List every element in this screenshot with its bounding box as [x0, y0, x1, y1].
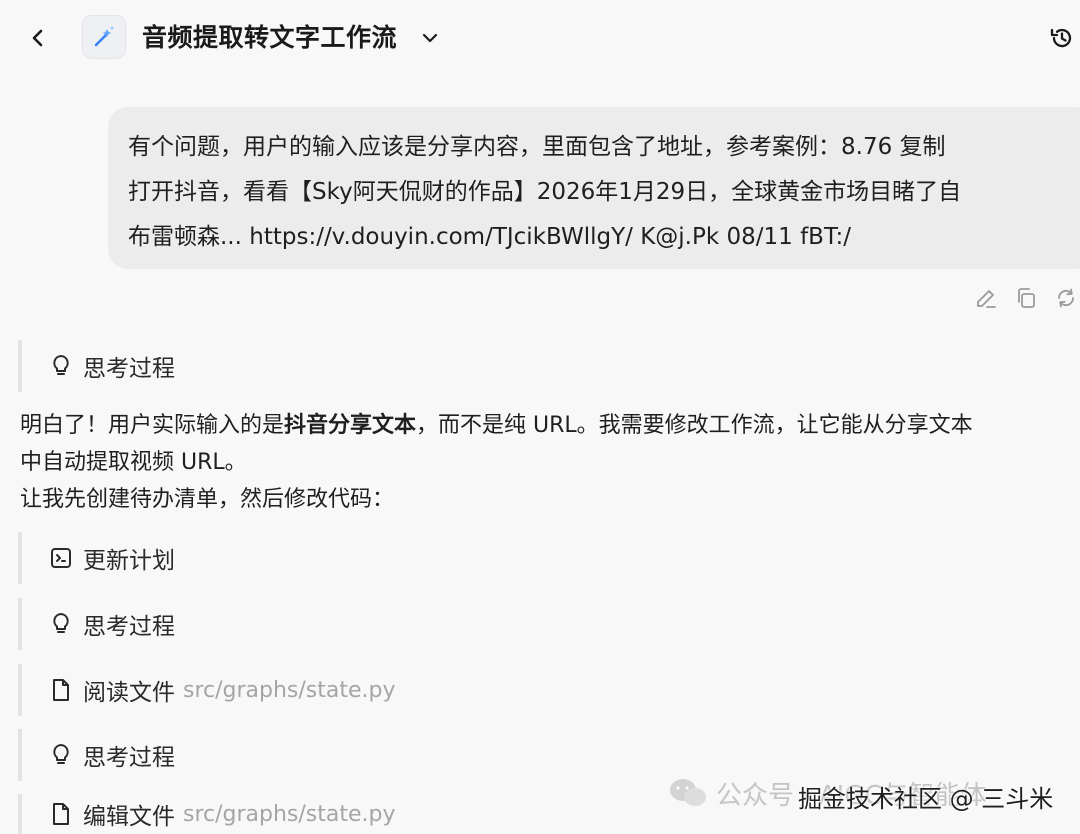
wand-icon [94, 26, 114, 47]
wechat-icon [670, 779, 706, 806]
step-update-plan[interactable]: 更新计划 [18, 532, 418, 584]
step-read-file[interactable]: 阅读文件 src/graphs/state.py [18, 664, 418, 716]
retry-icon [1058, 288, 1074, 308]
reply-line: 中自动提取视频 URL。 [20, 450, 247, 475]
step-label: 阅读文件 [83, 680, 175, 706]
retry-button[interactable] [1052, 284, 1080, 312]
header: 音频提取转文字工作流 [0, 0, 1080, 76]
edit-button[interactable] [972, 284, 1000, 312]
reply-line: 明白了！用户实际输入的是抖音分享文本，而不是纯 URL。我需要修改工作流，让它能… [20, 407, 1080, 444]
file-path: src/graphs/state.py [183, 677, 396, 703]
lightbulb-icon [48, 742, 74, 768]
step-label: 更新计划 [83, 548, 175, 574]
step-label: 思考过程 [83, 356, 175, 382]
file-path: src/graphs/state.py [183, 801, 396, 827]
file-icon [48, 677, 74, 703]
assistant-reply: 明白了！用户实际输入的是抖音分享文本，而不是纯 URL。我需要修改工作流，让它能… [20, 407, 1080, 518]
step-label: 思考过程 [83, 614, 175, 640]
history-button[interactable] [1046, 22, 1078, 54]
step-thinking[interactable]: 思考过程 [18, 340, 418, 392]
user-message-line: 布雷顿森... https://v.douyin.com/TJcikBWllgY… [128, 224, 851, 250]
workflow-title[interactable]: 音频提取转文字工作流 [142, 20, 397, 56]
app-icon [82, 15, 126, 59]
copy-icon [1018, 288, 1035, 308]
reply-bold-text: 抖音分享文本 [284, 413, 417, 438]
reply-line: 让我先创建待办清单，然后修改代码： [20, 487, 395, 512]
copy-button[interactable] [1012, 284, 1040, 312]
user-message-bubble: 有个问题，用户的输入应该是分享内容，里面包含了地址，参考案例：8.76 复制 打… [108, 107, 1080, 269]
step-label: 思考过程 [83, 745, 175, 771]
message-actions [972, 284, 1080, 312]
step-thinking[interactable]: 思考过程 [18, 729, 418, 781]
step-thinking[interactable]: 思考过程 [18, 598, 418, 650]
history-icon [1050, 28, 1072, 48]
lightbulb-icon [48, 611, 74, 637]
chevron-down-icon [422, 33, 438, 43]
step-label: 编辑文件 [83, 804, 175, 830]
reply-text: ，而不是纯 URL。我需要修改工作流，让它能从分享文本 [416, 413, 973, 438]
user-message-line: 打开抖音，看看【Sky阿天侃财的作品】2026年1月29日，全球黄金市场目睹了自 [128, 179, 962, 205]
workflow-dropdown-button[interactable] [416, 24, 444, 52]
watermark-juejin: 掘金技术社区 @ 三斗米 [798, 785, 1054, 813]
step-edit-file[interactable]: 编辑文件 src/graphs/state.py [18, 794, 418, 834]
edit-icon [977, 290, 996, 308]
chevron-left-icon [32, 29, 43, 47]
terminal-icon [48, 545, 74, 571]
user-message-line: 有个问题，用户的输入应该是分享内容，里面包含了地址，参考案例：8.76 复制 [128, 134, 946, 160]
lightbulb-icon [48, 353, 74, 379]
file-icon [48, 801, 74, 827]
reply-text: 明白了！用户实际输入的是 [20, 413, 285, 438]
back-button[interactable] [22, 22, 54, 54]
